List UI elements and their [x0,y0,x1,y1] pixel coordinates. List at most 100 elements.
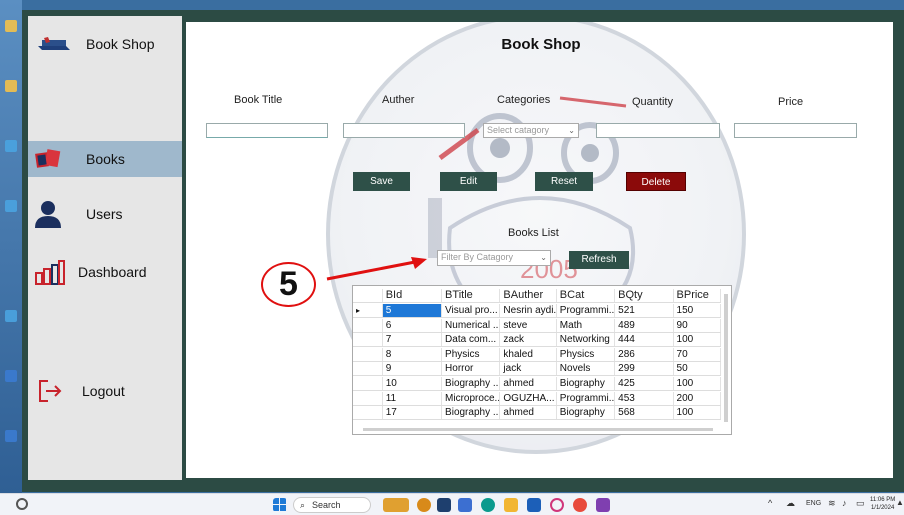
table-cell[interactable]: Numerical ... [442,318,501,332]
table-row[interactable]: 6 Numerical ... steve Math 489 90 [353,318,721,333]
sidebar-item-users[interactable]: Users [28,196,182,232]
column-header[interactable]: BId [383,289,443,302]
sidebar-item-logout[interactable]: Logout [28,373,182,409]
clock[interactable]: 11:06 PM 1/1/2024 [870,496,895,512]
column-header[interactable]: BQty [615,289,674,302]
table-cell[interactable]: 5 [382,304,443,317]
category-select[interactable]: Select catagory ⌄ [483,123,579,138]
price-input[interactable] [734,123,857,138]
widgets-icon[interactable] [16,498,28,510]
visual-studio-icon[interactable] [596,498,610,512]
table-row[interactable]: 17 Biography ... ahmed Biography 568 100 [353,406,721,421]
table-cell[interactable]: Biography [557,406,616,420]
row-header-cell[interactable] [353,347,383,361]
table-cell[interactable]: 200 [674,391,721,405]
vertical-scrollbar[interactable] [724,294,728,422]
reset-button[interactable]: Reset [535,172,593,191]
delete-button[interactable]: Delete [626,172,686,191]
table-cell[interactable]: Biography [557,377,616,390]
table-cell[interactable]: zack [500,333,557,347]
taskbar-widget-icon[interactable] [383,498,409,512]
store-icon[interactable] [527,498,541,512]
table-cell[interactable]: Visual pro... [442,304,501,317]
taskbar-app-icon[interactable] [417,498,431,512]
table-cell[interactable]: Biography ... [442,406,501,420]
table-cell[interactable]: 100 [674,333,721,347]
wifi-icon[interactable]: ≋ [828,498,836,509]
sidebar-item-books[interactable]: Books [28,141,182,177]
table-cell[interactable]: Networking [557,333,616,347]
table-cell[interactable]: 568 [615,406,674,420]
save-button[interactable]: Save [353,172,410,191]
column-header[interactable]: BTitle [442,289,501,302]
task-view-icon[interactable] [437,498,451,512]
table-row[interactable]: ▸ 5 Visual pro... Nesrin aydi... Programmi..… [353,304,721,318]
windows-start-icon[interactable] [273,498,287,512]
table-cell[interactable]: 100 [674,406,721,420]
chevron-up-icon[interactable]: ^ [768,498,772,508]
table-cell[interactable]: 6 [383,318,443,332]
table-cell[interactable]: 10 [383,377,443,390]
auther-input[interactable] [343,123,465,138]
column-header[interactable]: BPrice [674,289,721,302]
table-cell[interactable]: khaled [500,347,557,361]
table-cell[interactable]: 9 [383,362,443,376]
language-indicator[interactable]: ENG [806,500,821,507]
table-cell[interactable]: OGUZHA... [500,391,557,405]
volume-icon[interactable]: ♪ [842,498,847,508]
table-cell[interactable]: 50 [674,362,721,376]
sidebar-item-dashboard[interactable]: Dashboard [28,254,182,290]
row-header-cell[interactable] [353,391,383,405]
row-header-cell[interactable] [353,333,383,347]
column-header[interactable]: BCat [557,289,616,302]
opera-icon[interactable] [550,498,564,512]
desktop-icon[interactable] [5,200,17,212]
table-row[interactable]: 11 Microproce... OGUZHA... Programmi... 453 2… [353,391,721,406]
column-header[interactable]: BAuther [500,289,557,302]
desktop-icon[interactable] [5,140,17,152]
row-header-cell[interactable] [353,318,383,332]
chrome-icon[interactable] [573,498,587,512]
table-row[interactable]: 9 Horror jack Novels 299 50 [353,362,721,377]
table-cell[interactable]: 11 [383,391,443,405]
filter-category-select[interactable]: Filter By Catagory ⌄ [437,250,551,266]
table-cell[interactable]: Horror [442,362,501,376]
table-cell[interactable]: ahmed [500,406,557,420]
table-row[interactable]: 7 Data com... zack Networking 444 100 [353,333,721,348]
table-cell[interactable]: jack [500,362,557,376]
desktop-icon[interactable] [5,430,17,442]
row-header-cell[interactable] [353,377,383,390]
table-cell[interactable]: Nesrin aydi... [500,304,557,317]
table-cell[interactable]: steve [500,318,557,332]
file-explorer-icon[interactable] [504,498,518,512]
table-cell[interactable]: 7 [383,333,443,347]
table-cell[interactable]: 425 [615,377,674,390]
table-cell[interactable]: 299 [615,362,674,376]
table-cell[interactable]: Data com... [442,333,501,347]
table-cell[interactable]: Physics [442,347,501,361]
onedrive-icon[interactable]: ☁ [786,498,795,509]
horizontal-scrollbar[interactable] [363,428,713,431]
battery-icon[interactable]: ▭ [856,498,865,509]
table-cell[interactable]: 489 [615,318,674,332]
table-cell[interactable]: 8 [383,347,443,361]
quantity-input[interactable] [596,123,720,138]
desktop-icon[interactable] [5,370,17,382]
row-header-cell[interactable] [353,406,383,420]
edit-button[interactable]: Edit [440,172,497,191]
table-cell[interactable]: 453 [615,391,674,405]
row-header-cell[interactable]: ▸ [353,304,383,317]
table-cell[interactable]: ahmed [500,377,557,390]
table-cell[interactable]: 90 [674,318,721,332]
table-cell[interactable]: Physics [557,347,616,361]
table-row[interactable]: 8 Physics khaled Physics 286 70 [353,347,721,362]
table-cell[interactable]: Microproce... [442,391,501,405]
table-cell[interactable]: 70 [674,347,721,361]
book-title-input[interactable] [206,123,328,138]
table-cell[interactable]: Biography ... [442,377,501,390]
table-row[interactable]: 10 Biography ... ahmed Biography 425 100 [353,377,721,391]
table-cell[interactable]: 286 [615,347,674,361]
table-cell[interactable]: 150 [674,304,721,317]
notification-bell-icon[interactable]: ▲ [896,498,904,507]
taskbar-search[interactable]: ⌕ Search [293,497,371,513]
